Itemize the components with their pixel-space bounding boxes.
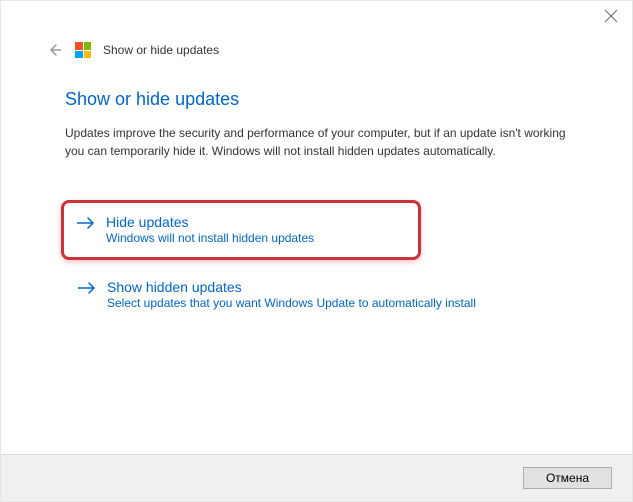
option-text: Hide updates Windows will not install hi… <box>106 213 314 247</box>
option-hide-updates[interactable]: Hide updates Windows will not install hi… <box>61 200 421 260</box>
content-area: Show or hide updates Updates improve the… <box>1 69 632 454</box>
cancel-button[interactable]: Отмена <box>523 467 612 489</box>
back-arrow-icon[interactable] <box>45 41 63 59</box>
footer: Отмена <box>1 454 632 501</box>
wizard-window: Show or hide updates Show or hide update… <box>0 0 633 502</box>
page-description: Updates improve the security and perform… <box>65 124 572 160</box>
page-title: Show or hide updates <box>65 89 572 110</box>
option-title: Show hidden updates <box>107 278 476 296</box>
option-show-hidden-updates[interactable]: Show hidden updates Select updates that … <box>65 270 572 320</box>
arrow-right-icon <box>77 280 97 300</box>
option-subtitle: Select updates that you want Windows Upd… <box>107 296 476 312</box>
close-icon[interactable] <box>604 9 618 23</box>
window-title: Show or hide updates <box>103 43 219 57</box>
microsoft-logo-icon <box>75 42 91 58</box>
header: Show or hide updates <box>1 41 632 69</box>
option-title: Hide updates <box>106 213 314 231</box>
option-text: Show hidden updates Select updates that … <box>107 278 476 312</box>
arrow-right-icon <box>76 215 96 235</box>
option-subtitle: Windows will not install hidden updates <box>106 231 314 247</box>
titlebar <box>1 1 632 41</box>
